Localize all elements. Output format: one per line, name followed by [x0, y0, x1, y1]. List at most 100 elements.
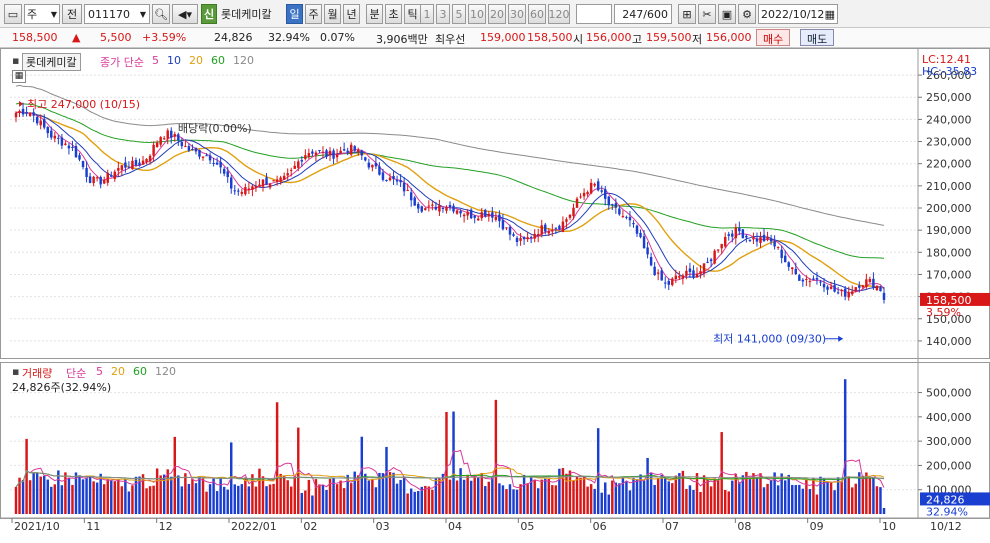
- volume-bar: [268, 484, 272, 514]
- candle: [494, 216, 498, 220]
- save-icon[interactable]: ▣: [718, 4, 736, 24]
- grid-toggle-icon[interactable]: ▦: [12, 70, 26, 83]
- layout-icon[interactable]: ▭: [4, 4, 22, 24]
- candle: [226, 171, 229, 178]
- volume-bar: [78, 475, 81, 514]
- volume-bar: [85, 478, 88, 514]
- volume-bar: [409, 488, 413, 514]
- candle: [487, 213, 491, 217]
- price-tick-label-8: 180,000: [926, 246, 972, 259]
- speaker-icon[interactable]: ◀▾: [172, 4, 198, 24]
- candle: [261, 179, 265, 187]
- period-tab-3[interactable]: 년: [343, 4, 360, 24]
- search-icon[interactable]: 🔍︎: [152, 4, 170, 24]
- prev-button[interactable]: 전: [62, 4, 82, 24]
- volume-bar: [551, 485, 554, 514]
- volume-bar: [67, 477, 71, 514]
- interval-button-30[interactable]: 30: [508, 4, 526, 24]
- price-legend-name[interactable]: 롯데케미칼: [22, 53, 81, 71]
- interval-button-3[interactable]: 3: [436, 4, 450, 24]
- interval-button-120[interactable]: 120: [548, 4, 570, 24]
- candle: [847, 292, 850, 298]
- volume-bar: [547, 479, 551, 514]
- period-tab-4[interactable]: 분: [366, 4, 383, 24]
- volume-bar: [201, 478, 205, 514]
- candle: [508, 226, 512, 235]
- interval-button-5[interactable]: 5: [452, 4, 466, 24]
- candle: [773, 241, 776, 247]
- stock-chart[interactable]: 260,000250,000240,000230,000220,000210,0…: [0, 48, 990, 540]
- grid-icon[interactable]: ⊞: [678, 4, 696, 24]
- volume-bar: [385, 446, 388, 514]
- x-tick-label-12: 10: [882, 520, 896, 533]
- candle: [600, 190, 603, 192]
- date-picker[interactable]: 2022/10/12 ▦: [758, 4, 838, 24]
- candle: [699, 271, 702, 275]
- best-ask-label: 최우선: [435, 33, 466, 46]
- volume-bar: [480, 472, 483, 514]
- volume-bar: [170, 476, 173, 514]
- gear-icon[interactable]: ⚙: [738, 4, 756, 24]
- volume-bar: [127, 491, 131, 514]
- candle: [131, 160, 134, 170]
- x-tick-label-11: 09: [810, 520, 824, 533]
- candle: [282, 175, 286, 180]
- volume-bar: [653, 484, 656, 514]
- candle: [476, 218, 480, 221]
- candle: [360, 150, 364, 156]
- candle: [791, 267, 794, 270]
- interval-button-1[interactable]: 1: [420, 4, 434, 24]
- volume-bar: [374, 487, 378, 514]
- chart-area[interactable]: 260,000 250,000 240,000 230,000 220,000 210,0…: [0, 48, 990, 540]
- candle: [593, 183, 596, 186]
- blank-field[interactable]: [576, 4, 612, 24]
- period-tab-6[interactable]: 틱: [404, 4, 421, 24]
- sell-button[interactable]: 매도: [800, 29, 835, 46]
- volume-bar: [526, 483, 529, 514]
- volume-bar: [445, 412, 448, 514]
- count-field[interactable]: 247/600: [614, 4, 672, 24]
- candle: [572, 207, 575, 216]
- candle: [378, 166, 381, 175]
- volume-bar: [854, 483, 858, 514]
- collapse-icon[interactable]: ▪: [12, 54, 19, 67]
- interval-button-10[interactable]: 10: [468, 4, 486, 24]
- code-input[interactable]: 011170 ▼: [84, 4, 150, 24]
- volume-bar: [254, 486, 258, 514]
- period-select-value: 주: [27, 8, 38, 21]
- tools-icon[interactable]: ✂: [698, 4, 716, 24]
- candle: [868, 278, 872, 283]
- candle: [367, 162, 371, 168]
- period-tab-0[interactable]: 일: [286, 4, 303, 24]
- period-tab-2[interactable]: 월: [324, 4, 341, 24]
- period-tab-5[interactable]: 초: [385, 4, 402, 24]
- volume-bar: [81, 479, 85, 514]
- candle: [498, 214, 501, 222]
- candle: [254, 185, 258, 188]
- volume-bar: [134, 476, 138, 514]
- dividend-annotation: 배당락(0.00%): [178, 122, 252, 135]
- candle: [812, 278, 815, 280]
- volume-bar: [357, 475, 360, 514]
- candle: [46, 127, 49, 134]
- price-tick-label-9: 170,000: [926, 268, 972, 281]
- candle: [681, 275, 685, 279]
- candle: [117, 168, 120, 171]
- period-tab-1[interactable]: 주: [305, 4, 322, 24]
- open-value: 156,000: [586, 31, 632, 44]
- interval-button-20[interactable]: 20: [488, 4, 506, 24]
- candle: [621, 216, 625, 218]
- price-tick-label-1: 250,000: [926, 91, 972, 104]
- interval-button-60[interactable]: 60: [528, 4, 546, 24]
- volume-bar: [536, 488, 540, 514]
- volume-bar: [427, 486, 431, 514]
- candle: [240, 191, 244, 194]
- volume-bar: [706, 479, 709, 514]
- candle: [148, 155, 152, 162]
- period-select[interactable]: 주 ▼: [24, 4, 60, 24]
- buy-button[interactable]: 매수: [756, 29, 791, 46]
- candle: [851, 291, 854, 295]
- volume-bar: [180, 486, 184, 514]
- collapse-icon[interactable]: ▪: [12, 365, 19, 378]
- volume-value: 24,826: [214, 31, 253, 44]
